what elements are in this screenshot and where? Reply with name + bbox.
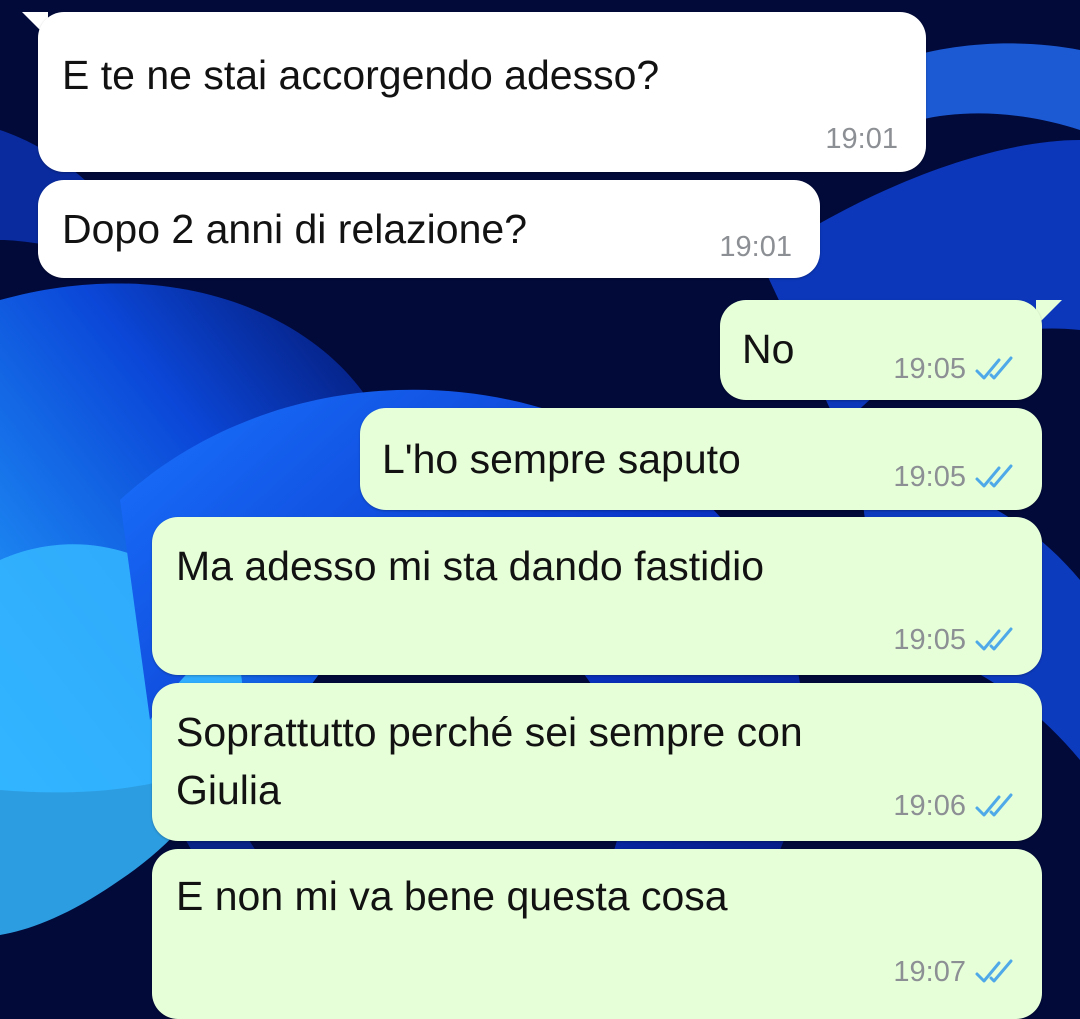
message-text: No <box>742 326 795 372</box>
message-bubble-outgoing-4[interactable]: Soprattutto perché sei sempre con Giulia… <box>152 683 1042 841</box>
message-meta: 19:01 <box>825 122 898 156</box>
message-text: Ma adesso mi sta dando fastidio <box>176 543 764 589</box>
message-bubble-outgoing-1[interactable]: No 19:05 <box>720 300 1042 400</box>
message-text-line-2: Giulia <box>176 767 281 813</box>
message-meta: 19:05 <box>893 460 1018 494</box>
message-meta: 19:05 <box>893 352 1018 386</box>
message-time: 19:01 <box>825 123 898 155</box>
message-text: Dopo 2 anni di relazione? <box>62 206 527 252</box>
double-check-read-icon <box>975 959 1013 983</box>
double-check-read-icon <box>975 356 1013 380</box>
double-check-read-icon <box>975 464 1013 488</box>
message-time: 19:07 <box>893 956 966 988</box>
message-time: 19:01 <box>719 231 792 263</box>
message-bubble-incoming-1[interactable]: E te ne stai accorgendo adesso? 19:01 <box>38 12 926 172</box>
message-bubble-incoming-2[interactable]: Dopo 2 anni di relazione? 19:01 <box>38 180 820 278</box>
message-text: E te ne stai accorgendo adesso? <box>62 52 660 98</box>
message-text: L'ho sempre saputo <box>382 436 741 482</box>
message-time: 19:05 <box>893 461 966 493</box>
message-time: 19:05 <box>893 353 966 385</box>
message-text: E non mi va bene questa cosa <box>176 873 728 919</box>
message-meta: 19:07 <box>893 955 1018 989</box>
message-meta: 19:05 <box>893 623 1018 657</box>
message-bubble-outgoing-2[interactable]: L'ho sempre saputo 19:05 <box>360 408 1042 510</box>
message-time: 19:06 <box>893 790 966 822</box>
double-check-read-icon <box>975 793 1013 817</box>
message-time: 19:05 <box>893 624 966 656</box>
message-bubble-outgoing-3[interactable]: Ma adesso mi sta dando fastidio 19:05 <box>152 517 1042 675</box>
message-meta: 19:06 <box>893 789 1018 823</box>
message-text-line-1: Soprattutto perché sei sempre con <box>176 709 803 755</box>
message-meta: 19:01 <box>719 230 792 264</box>
double-check-read-icon <box>975 627 1013 651</box>
message-bubble-outgoing-5[interactable]: E non mi va bene questa cosa 19:07 <box>152 849 1042 1019</box>
